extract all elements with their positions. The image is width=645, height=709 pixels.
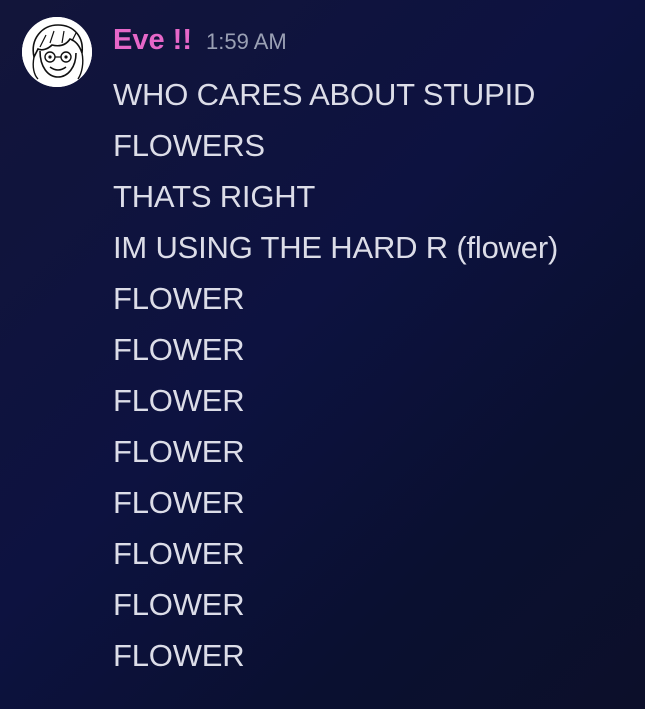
message-line: FLOWER — [113, 638, 245, 673]
message-line: FLOWER — [113, 281, 245, 316]
message-line: FLOWER — [113, 332, 245, 367]
chat-message: Eve !! 1:59 AM WHO CARES ABOUT STUPID FL… — [0, 0, 645, 709]
message-line: IM USING THE HARD R (flower) — [113, 230, 559, 265]
message-line: FLOWER — [113, 383, 245, 418]
message-line: FLOWER — [113, 485, 245, 520]
timestamp[interactable]: 1:59 AM — [206, 29, 287, 55]
message-line: FLOWERS — [113, 128, 265, 163]
message-header: Eve !! 1:59 AM — [113, 24, 287, 62]
message-line: FLOWER — [113, 434, 245, 469]
message-line: FLOWER — [113, 536, 245, 571]
avatar-drawing-icon — [22, 17, 92, 87]
message-line: THATS RIGHT — [113, 179, 316, 214]
message-body: WHO CARES ABOUT STUPID FLOWERS THATS RIG… — [113, 69, 633, 681]
username[interactable]: Eve !! — [113, 24, 192, 57]
message-line: FLOWER — [113, 587, 245, 622]
avatar[interactable] — [22, 17, 92, 87]
message-line: WHO CARES ABOUT STUPID — [113, 77, 536, 112]
